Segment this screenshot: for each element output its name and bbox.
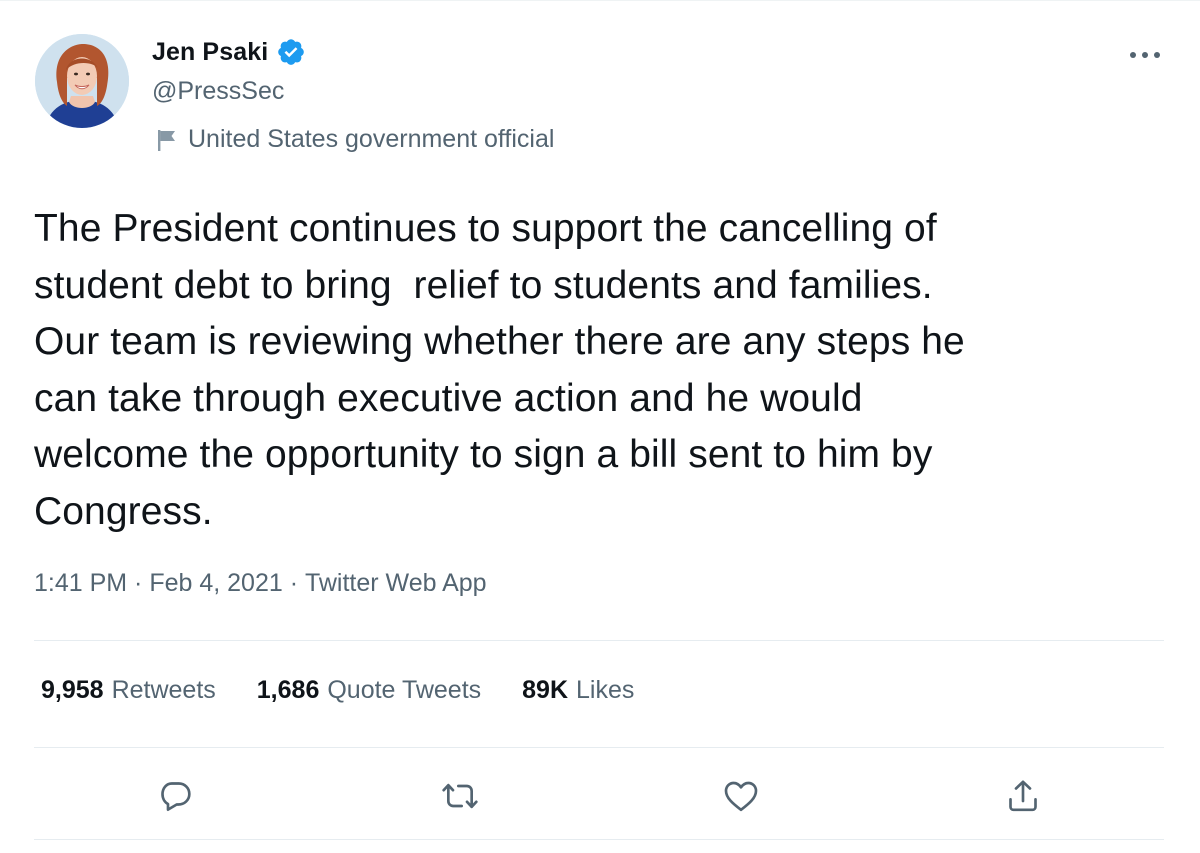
avatar[interactable] xyxy=(35,34,129,128)
meta-separator: · xyxy=(127,569,150,597)
quote-tweets-count: 1,686 xyxy=(256,676,320,704)
flag-icon xyxy=(156,128,178,152)
profile-photo-icon xyxy=(35,34,129,128)
tweet-text: The President continues to support the c… xyxy=(34,207,965,533)
divider xyxy=(34,640,1164,641)
reply-icon xyxy=(161,782,191,811)
retweets-count: 9,958 xyxy=(41,676,104,704)
share-button[interactable] xyxy=(1000,773,1046,819)
share-icon xyxy=(1009,780,1037,812)
government-label: United States government official xyxy=(156,125,554,154)
retweet-icon xyxy=(442,783,478,809)
reply-button[interactable] xyxy=(153,773,199,819)
label-text: United States government official xyxy=(188,125,555,153)
tweet-meta: 1:41 PM · Feb 4, 2021 · Twitter Web App xyxy=(34,569,487,598)
tweet-stats: 9,958 Retweets 1,686 Quote Tweets 89K Li… xyxy=(41,676,675,705)
more-options-button[interactable] xyxy=(1122,37,1168,73)
retweets-stat[interactable]: 9,958 Retweets xyxy=(41,676,216,705)
display-name[interactable]: Jen Psaki xyxy=(152,38,268,67)
author-name-row: Jen Psaki xyxy=(152,35,306,69)
quote-tweets-label: Quote Tweets xyxy=(327,676,482,704)
likes-label: Likes xyxy=(576,676,635,704)
retweet-button[interactable] xyxy=(437,773,483,819)
divider xyxy=(34,839,1164,840)
tweet-actions xyxy=(0,773,1200,819)
divider xyxy=(34,747,1164,748)
like-icon xyxy=(724,781,758,812)
user-handle[interactable]: @PressSec xyxy=(152,77,284,106)
tweet-card: Jen Psaki @PressSec United States govern… xyxy=(0,0,1200,853)
likes-stat[interactable]: 89K Likes xyxy=(522,676,634,705)
like-button[interactable] xyxy=(718,773,764,819)
retweets-label: Retweets xyxy=(111,676,216,704)
meta-separator: · xyxy=(282,569,305,597)
quote-tweets-stat[interactable]: 1,686 Quote Tweets xyxy=(257,676,481,705)
verified-badge-icon xyxy=(276,37,306,67)
tweet-time[interactable]: 1:41 PM xyxy=(34,569,127,598)
tweet-source[interactable]: Twitter Web App xyxy=(305,569,487,598)
more-icon xyxy=(1130,52,1160,58)
tweet-date[interactable]: Feb 4, 2021 xyxy=(149,569,282,598)
likes-count: 89K xyxy=(522,676,569,704)
